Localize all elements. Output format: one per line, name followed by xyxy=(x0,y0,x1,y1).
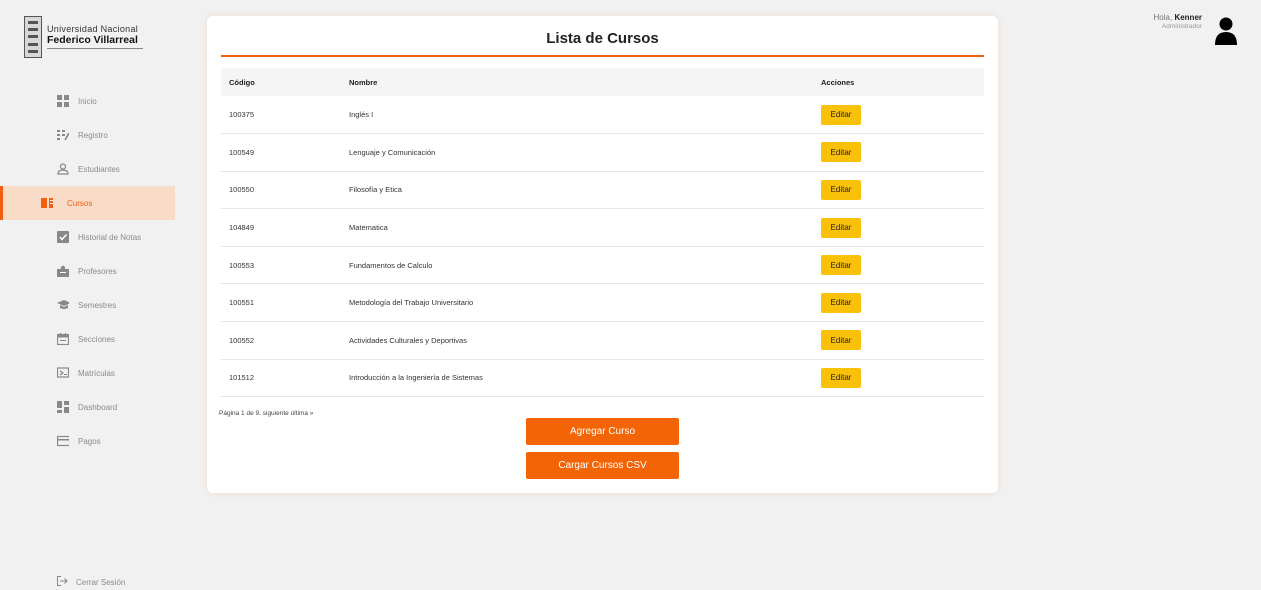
pagination-status: Página 1 de 9. xyxy=(219,410,261,417)
sidebar-item-label: Inicio xyxy=(78,96,97,106)
pagination-last-link[interactable]: última » xyxy=(291,410,314,417)
graduation-cap-icon xyxy=(57,299,69,311)
table-row: 100551 Metodología del Trabajo Universit… xyxy=(221,284,984,322)
pagination: Página 1 de 9. siguiente última » xyxy=(219,410,313,417)
add-course-button[interactable]: Agregar Curso xyxy=(526,418,679,445)
sidebar-item-label: Estudiantes xyxy=(78,164,120,174)
course-code: 104849 xyxy=(229,223,255,233)
table-row: 101512 Introducción a la Ingeniería de S… xyxy=(221,359,984,397)
course-code: 100552 xyxy=(229,335,255,345)
sidebar-item-label: Profesores xyxy=(78,266,117,276)
register-icon xyxy=(57,129,69,141)
course-name: Actividades Culturales y Deportivas xyxy=(349,335,467,345)
user-info: Hola, Kenner Administrador xyxy=(1150,13,1202,30)
sidebar-item-semestres[interactable]: Semestres xyxy=(0,288,175,322)
book-icon xyxy=(41,197,53,209)
university-logo[interactable]: Universidad Nacional Federico Villarreal xyxy=(24,16,143,58)
crest-icon xyxy=(24,16,42,58)
sidebar-item-label: Dashboard xyxy=(78,402,118,412)
course-code: 100550 xyxy=(229,185,255,195)
sidebar-item-estudiantes[interactable]: Estudiantes xyxy=(0,152,175,186)
sidebar-nav: Inicio Registro Estudiantes Cursos Histo… xyxy=(0,84,175,458)
sidebar-item-pagos[interactable]: Pagos xyxy=(0,424,175,458)
sidebar-item-label: Pagos xyxy=(78,436,101,446)
sidebar-item-dashboard[interactable]: Dashboard xyxy=(0,390,175,424)
edit-button[interactable]: Editar xyxy=(821,292,861,313)
sidebar-item-label: Semestres xyxy=(78,300,117,310)
sidebar-item-secciones[interactable]: Secciones xyxy=(0,322,175,356)
edit-button[interactable]: Editar xyxy=(821,179,861,200)
user-icon xyxy=(57,163,69,175)
course-code: 101512 xyxy=(229,373,255,383)
table-row: 100553 Fundamentos de Calculo Editar xyxy=(221,246,984,284)
dashboard-icon xyxy=(57,401,69,413)
sidebar-item-label: Matrículas xyxy=(78,368,115,378)
check-icon xyxy=(57,231,69,243)
title-divider xyxy=(221,55,984,57)
teacher-icon xyxy=(57,265,69,277)
sidebar-item-label: Registro xyxy=(78,130,108,140)
course-name: Lenguaje y Comunicación xyxy=(349,147,436,157)
course-name: Introducción a la Ingeniería de Sistemas xyxy=(349,373,483,383)
edit-button[interactable]: Editar xyxy=(821,367,861,388)
sidebar: Universidad Nacional Federico Villarreal… xyxy=(0,0,190,590)
upload-csv-button[interactable]: Cargar Cursos CSV xyxy=(526,452,679,479)
courses-card: Lista de Cursos Código Nombre Acciones 1… xyxy=(207,16,998,493)
column-header-name: Nombre xyxy=(349,77,378,87)
edit-button[interactable]: Editar xyxy=(821,142,861,163)
course-name: Fundamentos de Calculo xyxy=(349,260,433,270)
course-code: 100375 xyxy=(229,110,255,120)
enrollment-icon xyxy=(57,367,69,379)
course-code: 100549 xyxy=(229,147,255,157)
course-code: 100551 xyxy=(229,298,255,308)
sidebar-item-profesores[interactable]: Profesores xyxy=(0,254,175,288)
pagination-next-link[interactable]: siguiente xyxy=(263,410,289,417)
column-header-code: Código xyxy=(229,77,255,87)
edit-button[interactable]: Editar xyxy=(821,104,861,125)
edit-button[interactable]: Editar xyxy=(821,217,861,238)
sidebar-item-matriculas[interactable]: Matrículas xyxy=(0,356,175,390)
course-name: Inglés I xyxy=(349,110,374,120)
table-row: 104849 Matematica Editar xyxy=(221,209,984,247)
edit-button[interactable]: Editar xyxy=(821,330,861,351)
sidebar-item-label: Secciones xyxy=(78,334,115,344)
user-name: Kenner xyxy=(1174,13,1202,22)
logout-label: Cerrar Sesión xyxy=(76,577,126,587)
calendar-icon xyxy=(57,333,69,345)
sidebar-item-label: Cursos xyxy=(67,198,93,208)
page-title: Lista de Cursos xyxy=(546,30,659,47)
logout-link[interactable]: Cerrar Sesión xyxy=(57,576,125,588)
table-row: 100552 Actividades Culturales y Deportiv… xyxy=(221,322,984,360)
course-name: Filosofía y Etica xyxy=(349,185,402,195)
courses-table: Código Nombre Acciones 100375 Inglés I E… xyxy=(221,68,984,397)
user-greeting: Hola, xyxy=(1153,13,1173,22)
card-icon xyxy=(57,435,69,447)
column-header-actions: Acciones xyxy=(821,77,855,87)
logout-icon xyxy=(57,576,68,588)
table-row: 100549 Lenguaje y Comunicación Editar xyxy=(221,134,984,172)
table-row: 100375 Inglés I Editar xyxy=(221,96,984,134)
user-role: Administrador xyxy=(1161,23,1202,30)
course-code: 100553 xyxy=(229,260,255,270)
course-name: Matematica xyxy=(349,223,388,233)
edit-button[interactable]: Editar xyxy=(821,255,861,276)
avatar-icon[interactable] xyxy=(1214,16,1238,46)
sidebar-item-cursos[interactable]: Cursos xyxy=(0,186,175,220)
table-row: 100550 Filosofía y Etica Editar xyxy=(221,171,984,209)
sidebar-item-registro[interactable]: Registro xyxy=(0,118,175,152)
table-header-row: Código Nombre Acciones xyxy=(221,68,984,96)
logo-line-2: Federico Villarreal xyxy=(47,33,138,46)
sidebar-item-label: Historial de Notas xyxy=(78,232,142,242)
grid-icon xyxy=(57,95,69,107)
sidebar-item-historial[interactable]: Historial de Notas xyxy=(0,220,175,254)
sidebar-item-inicio[interactable]: Inicio xyxy=(0,84,175,118)
course-name: Metodología del Trabajo Universitario xyxy=(349,298,474,308)
